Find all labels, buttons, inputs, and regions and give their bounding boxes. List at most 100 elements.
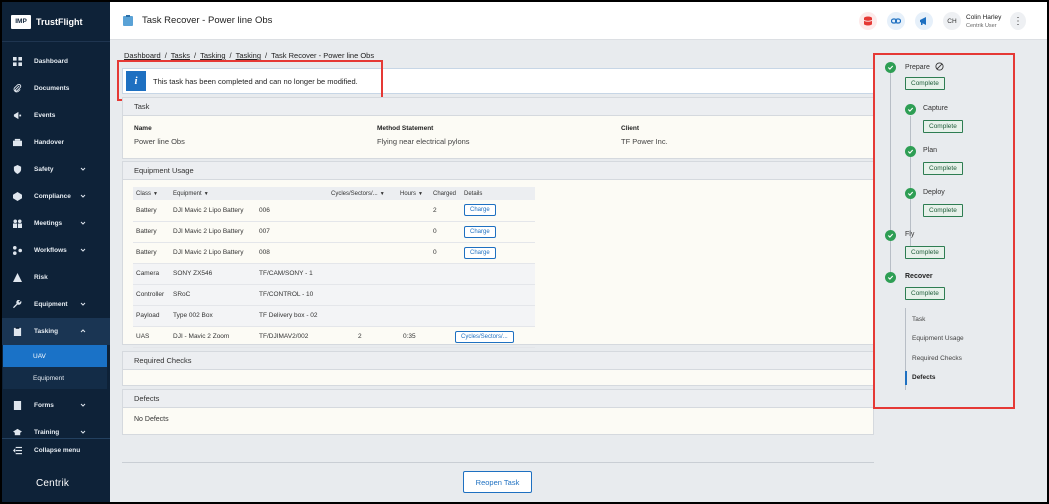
collapse-menu-button[interactable]: Collapse menu: [2, 438, 110, 462]
breadcrumb-tasking-2[interactable]: Tasking: [236, 51, 261, 60]
sidebar-item-meetings[interactable]: Meetings: [2, 210, 110, 237]
sidebar-item-tasking[interactable]: Tasking: [2, 318, 110, 345]
cell-details: [461, 284, 535, 306]
cell-cycles: [328, 284, 397, 306]
cell-serial: 007: [256, 221, 328, 243]
shield-icon: [13, 165, 22, 174]
column-header-cycles[interactable]: Cycles/Sectors/... ▼: [328, 187, 397, 200]
centrik-logo: Centrik: [36, 478, 70, 489]
breadcrumb-tasking[interactable]: Tasking: [200, 51, 225, 60]
charge-button[interactable]: Charge: [464, 204, 496, 217]
sidebar-item-forms[interactable]: Forms: [2, 392, 110, 419]
cell-class: Payload: [133, 305, 170, 327]
column-header-hours[interactable]: Hours ▼: [397, 187, 430, 200]
charge-button[interactable]: Charge: [464, 225, 496, 238]
cell-class: Battery: [133, 242, 170, 264]
field-label-name: Name: [134, 125, 152, 132]
equipment-panel: Equipment Usage Class ▼ Equipment ▼ Cycles…: [122, 161, 874, 348]
sidebar-item-label: Risk: [34, 274, 48, 281]
workflows-icon: [13, 246, 22, 255]
table-row: Battery DJI Mavic 2 Lipo Battery 007 0 C…: [133, 221, 535, 243]
sidebar-subitem-equipment[interactable]: Equipment: [3, 367, 107, 389]
field-label-client: Client: [621, 125, 640, 132]
column-header-class[interactable]: Class ▼: [133, 187, 170, 200]
column-header-equipment[interactable]: Equipment ▼: [170, 187, 256, 200]
chevron-up-icon: [80, 329, 86, 333]
announcements-button[interactable]: [915, 12, 933, 30]
cell-details: [461, 263, 535, 285]
sidebar-item-compliance[interactable]: Compliance: [2, 183, 110, 210]
sort-caret-icon: ▼: [153, 190, 158, 197]
sidebar-item-label: Forms: [34, 402, 54, 409]
field-label-method: Method Statement: [377, 125, 434, 132]
sidebar-item-label: Dashboard: [34, 58, 68, 65]
page-title: Task Recover - Power line Obs: [142, 15, 273, 26]
megaphone-icon: [920, 17, 926, 25]
link-button[interactable]: [887, 12, 905, 30]
forms-icon: [13, 401, 22, 410]
charge-button[interactable]: Charge: [464, 246, 496, 259]
cell-hours: [397, 242, 430, 264]
brand-logo[interactable]: IMP TrustFlight: [2, 2, 110, 42]
sidebar-item-events[interactable]: Events: [2, 102, 110, 129]
chevron-down-icon: [80, 194, 86, 198]
handover-icon: [13, 138, 22, 147]
sidebar-item-label: Handover: [34, 139, 64, 146]
column-header-serial: [256, 187, 328, 200]
wrench-icon: [13, 300, 22, 309]
table-header-row: Class ▼ Equipment ▼ Cycles/Sectors/... ▼ Ho…: [133, 187, 535, 200]
collapse-menu-label: Collapse menu: [34, 447, 81, 454]
column-label: Equipment: [173, 190, 202, 197]
breadcrumb-dashboard[interactable]: Dashboard: [124, 51, 161, 60]
chevron-down-icon: [80, 221, 86, 225]
breadcrumb-tasks[interactable]: Tasks: [171, 51, 190, 60]
cell-serial: 006: [256, 200, 328, 222]
breadcrumb-current: Task Recover - Power line Obs: [271, 51, 375, 60]
sidebar-item-documents[interactable]: Documents: [2, 75, 110, 102]
sidebar-subitem-uav[interactable]: UAV: [3, 345, 107, 367]
sidebar-item-label: Tasking: [34, 328, 59, 335]
more-options-icon[interactable]: ⋮: [1010, 12, 1026, 30]
sidebar-item-safety[interactable]: Safety: [2, 156, 110, 183]
cycles-sectors-button[interactable]: Cycles/Sectors/...: [455, 330, 514, 343]
defects-body: No Defects: [123, 408, 873, 434]
chevron-down-icon: [80, 430, 86, 434]
warning-icon: [13, 273, 22, 282]
sidebar-item-label: Workflows: [34, 247, 67, 254]
field-value-method: Flying near electrical pylons: [377, 137, 470, 146]
cell-hours: [397, 263, 430, 285]
equipment-panel-body: Class ▼ Equipment ▼ Cycles/Sectors/... ▼ Ho…: [123, 180, 873, 348]
sidebar-item-dashboard[interactable]: Dashboard: [2, 48, 110, 75]
sidebar-item-workflows[interactable]: Workflows: [2, 237, 110, 264]
field-value-name: Power line Obs: [134, 137, 185, 146]
cell-equipment: DJI Mavic 2 Lipo Battery: [170, 200, 256, 222]
reopen-task-button[interactable]: Reopen Task: [463, 471, 532, 493]
cell-hours: [397, 200, 430, 222]
chevron-down-icon: [80, 248, 86, 252]
column-header-charged: Charged: [430, 187, 461, 200]
task-panel-body: Name Power line Obs Method Statement Fly…: [123, 116, 873, 158]
column-label: Hours: [400, 190, 417, 197]
cell-class: Camera: [133, 263, 170, 285]
sidebar-item-label: Compliance: [34, 193, 71, 200]
sidebar-item-equipment[interactable]: Equipment: [2, 291, 110, 318]
cell-cycles: [328, 200, 397, 222]
sidebar-item-handover[interactable]: Handover: [2, 129, 110, 156]
user-avatar[interactable]: CH: [943, 12, 961, 30]
cell-cycles: [328, 305, 397, 327]
megaphone-icon: [13, 111, 22, 120]
breadcrumb-separator: /: [265, 51, 268, 60]
link-icon: [891, 18, 901, 24]
cell-serial: 008: [256, 242, 328, 264]
cell-details: Cycles/Sectors/...: [455, 326, 535, 348]
clipboard-icon: [123, 15, 133, 26]
column-header-details: Details: [461, 187, 535, 200]
database-button[interactable]: [859, 12, 877, 30]
sidebar-nav: Dashboard Documents Events Handover Safe…: [2, 48, 110, 446]
no-defects-text: No Defects: [134, 416, 169, 423]
sidebar-item-risk[interactable]: Risk: [2, 264, 110, 291]
footer-divider: [122, 462, 874, 463]
cell-cycles: 2: [328, 326, 397, 348]
equipment-panel-title: Equipment Usage: [123, 162, 873, 180]
paperclip-icon: [13, 84, 22, 93]
